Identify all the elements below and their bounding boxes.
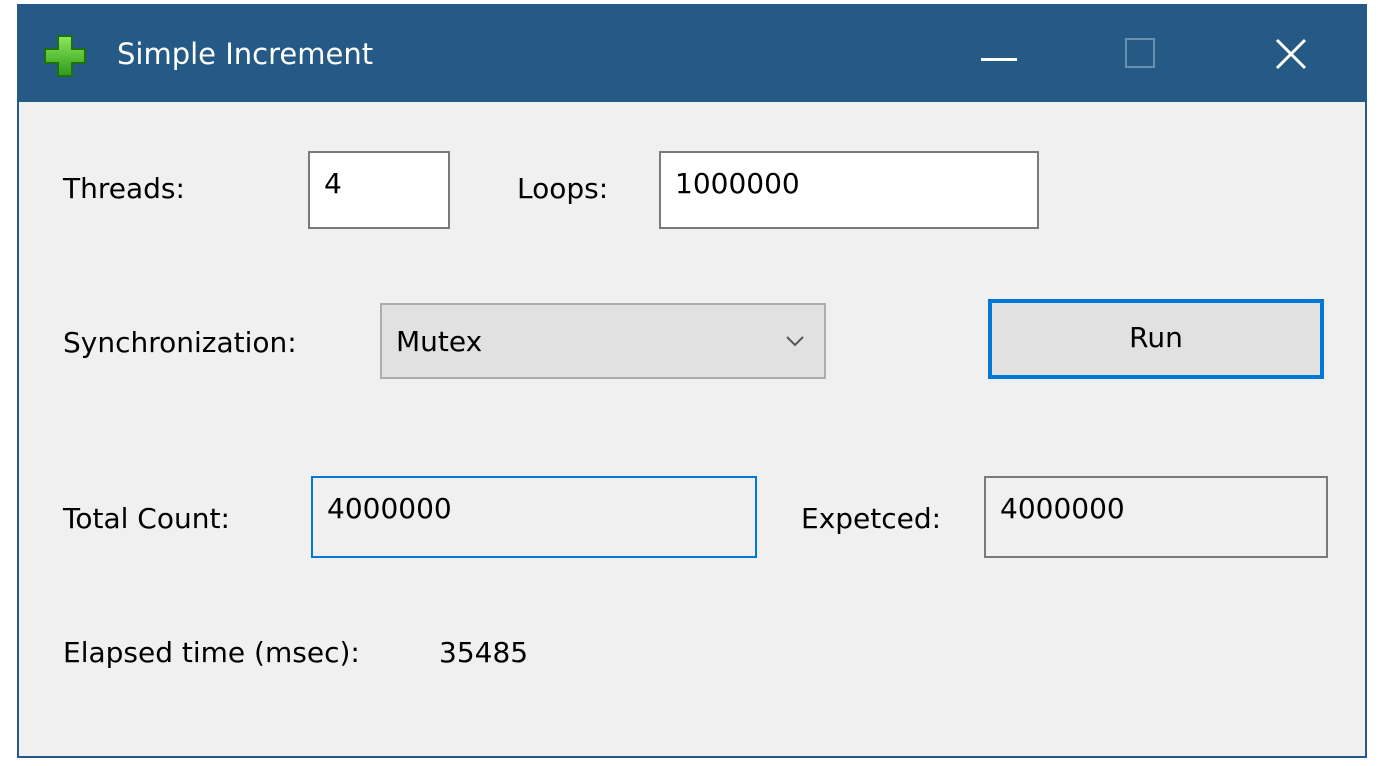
- elapsed-time-label: Elapsed time (msec):: [63, 636, 360, 669]
- elapsed-time-value: 35485: [439, 636, 529, 669]
- app-window: Simple Increment Threads: 4 Loops: 10000…: [17, 4, 1367, 758]
- threads-label: Threads:: [63, 172, 185, 205]
- loops-label: Loops:: [517, 172, 609, 205]
- run-button[interactable]: Run: [988, 299, 1324, 379]
- total-count-label: Total Count:: [63, 502, 230, 535]
- green-plus-icon: [43, 34, 87, 78]
- chevron-down-icon: [786, 336, 804, 347]
- maximize-icon: [1125, 38, 1155, 68]
- maximize-button[interactable]: [1105, 6, 1215, 102]
- synchronization-label: Synchronization:: [63, 326, 297, 359]
- expected-label: Expetced:: [801, 502, 942, 535]
- title-bar[interactable]: Simple Increment: [19, 6, 1365, 102]
- close-button[interactable]: [1239, 6, 1349, 102]
- close-icon: [1275, 38, 1307, 70]
- minimize-button[interactable]: [945, 6, 1055, 102]
- window-title: Simple Increment: [117, 37, 374, 71]
- threads-input[interactable]: 4: [308, 151, 450, 229]
- loops-input[interactable]: 1000000: [659, 151, 1039, 229]
- synchronization-select[interactable]: Mutex: [380, 303, 826, 379]
- synchronization-selected-value: Mutex: [396, 325, 483, 358]
- total-count-field[interactable]: 4000000: [311, 476, 757, 558]
- expected-field[interactable]: 4000000: [984, 476, 1328, 558]
- minimize-icon: [981, 58, 1017, 61]
